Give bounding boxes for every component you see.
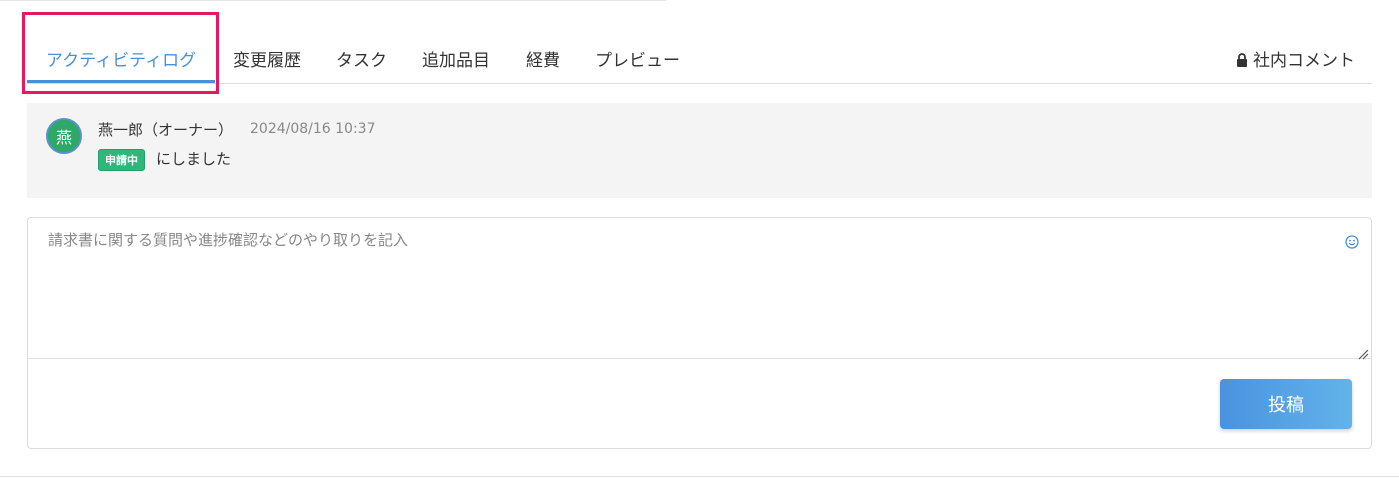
activity-log-entry: 燕 燕一郎（オーナー） 2024/08/16 10:37 申請中 にしました (27, 103, 1372, 198)
tab-bar: アクティビティログ 変更履歴 タスク 追加品目 経費 プレビュー 社内コメント (27, 36, 1372, 84)
active-tab-indicator (27, 80, 215, 83)
internal-comment-tab[interactable]: 社内コメント (1236, 46, 1355, 71)
smiley-icon[interactable] (1345, 234, 1359, 249)
comment-textarea[interactable] (28, 218, 1371, 359)
status-badge: 申請中 (98, 149, 145, 171)
tab-activity-log[interactable]: アクティビティログ (46, 46, 196, 71)
tab-expenses[interactable]: 経費 (526, 46, 560, 71)
activity-timestamp: 2024/08/16 10:37 (250, 121, 376, 137)
tab-tasks[interactable]: タスク (336, 46, 387, 71)
tab-change-history[interactable]: 変更履歴 (233, 46, 301, 71)
avatar: 燕 (46, 118, 82, 154)
internal-comment-label: 社内コメント (1253, 51, 1355, 71)
lock-icon (1236, 52, 1248, 67)
tab-additional-items[interactable]: 追加品目 (422, 46, 490, 71)
post-button[interactable]: 投稿 (1220, 379, 1352, 429)
activity-text: にしました (156, 150, 232, 168)
author-name: 燕一郎（オーナー） (98, 121, 234, 139)
bottom-divider (0, 476, 1399, 477)
comment-form: 投稿 (27, 217, 1372, 449)
tab-preview[interactable]: プレビュー (595, 46, 680, 71)
top-divider (0, 0, 666, 1)
resize-handle-icon[interactable] (1357, 345, 1369, 360)
